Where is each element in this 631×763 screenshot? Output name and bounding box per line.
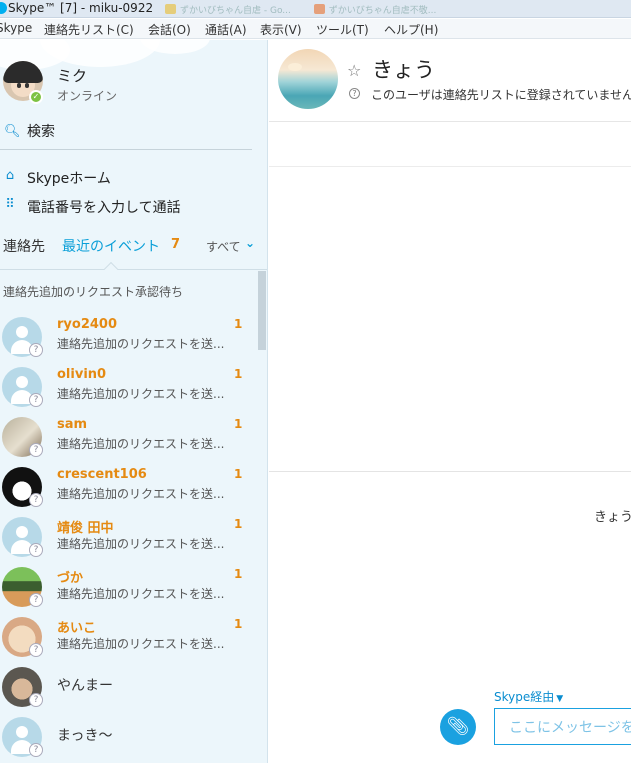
search-button[interactable]: 🔍︎ 検索 bbox=[0, 120, 252, 150]
menu-contacts[interactable]: 連絡先リスト(C) bbox=[44, 21, 134, 38]
contact-item[interactable]: ? まっき～ bbox=[0, 711, 256, 761]
pending-status-icon: ? bbox=[29, 343, 43, 357]
send-via-label: Skype経由 bbox=[494, 690, 555, 704]
pending-status-icon: ? bbox=[29, 643, 43, 657]
unread-badge: 1 bbox=[234, 617, 243, 631]
active-tab-indicator bbox=[103, 261, 119, 277]
window-title: Skype™ [7] - miku-0922 bbox=[8, 1, 154, 15]
profile-status[interactable]: オンライン bbox=[57, 87, 117, 104]
contact-name: まっき～ bbox=[57, 728, 113, 744]
favorite-star-icon[interactable]: ☆ bbox=[347, 61, 361, 80]
menu-skype[interactable]: Skype bbox=[0, 21, 32, 35]
contact-item[interactable]: ? olivin0 連絡先追加のリクエストを送... 1 bbox=[0, 361, 256, 411]
contact-name: づか bbox=[57, 571, 84, 586]
unread-badge: 1 bbox=[234, 417, 243, 431]
contact-subtitle: 連絡先追加のリクエストを送... bbox=[57, 487, 225, 501]
caret-down-icon: ▼ bbox=[556, 694, 564, 704]
contact-item[interactable]: ? あいこ 連絡先追加のリクエストを送... 1 bbox=[0, 611, 256, 661]
contact-name: ryo2400 bbox=[57, 317, 117, 332]
contact-item[interactable]: ? ryo2400 連絡先追加のリクエストを送... 1 bbox=[0, 311, 256, 361]
dialpad-icon: ⠿ bbox=[5, 197, 15, 212]
sidebar-scrollbar[interactable] bbox=[258, 271, 266, 350]
menu-bar: Skype 連絡先リスト(C) 会話(O) 通話(A) 表示(V) ツール(T)… bbox=[0, 19, 631, 39]
pending-status-icon: ? bbox=[29, 593, 43, 607]
contact-name: 靖俊 田中 bbox=[57, 521, 114, 536]
unread-badge: 1 bbox=[234, 467, 243, 481]
contact-name: あいこ bbox=[57, 621, 97, 636]
contact-subtitle: 連絡先追加のリクエストを送... bbox=[57, 337, 225, 351]
contact-item[interactable]: ? 靖俊 田中 連絡先追加のリクエストを送... 1 bbox=[0, 511, 256, 561]
chat-contact-status: このユーザは連絡先リストに登録されていません bbox=[371, 88, 631, 102]
conversation-pane: ☆ きょう ? このユーザは連絡先リストに登録されていません きょう Skype… bbox=[269, 40, 631, 763]
conversation-header: ☆ きょう ? このユーザは連絡先リストに登録されていません bbox=[269, 40, 631, 122]
background-tab[interactable]: ずかいびちゃん自虐 - Go... bbox=[165, 3, 291, 16]
pending-status-icon: ? bbox=[29, 493, 43, 507]
paperclip-icon: 📎︎ bbox=[446, 716, 470, 737]
message-input[interactable]: ここにメッセージを入力 bbox=[494, 708, 631, 745]
divider bbox=[269, 471, 631, 472]
search-label: 検索 bbox=[27, 124, 55, 140]
tab-contacts[interactable]: 連絡先 bbox=[3, 236, 45, 256]
chat-contact-avatar[interactable] bbox=[278, 49, 338, 109]
filter-dropdown[interactable]: すべて bbox=[206, 238, 241, 255]
pending-requests-header: 連絡先追加のリクエスト承認待ち bbox=[3, 285, 184, 299]
message-sender: きょう bbox=[594, 510, 631, 525]
unread-badge: 1 bbox=[234, 317, 243, 331]
contact-subtitle: 連絡先追加のリクエストを送... bbox=[57, 637, 225, 651]
unread-badge: 1 bbox=[234, 567, 243, 581]
pending-status-icon: ? bbox=[29, 443, 43, 457]
skype-logo-icon bbox=[0, 2, 7, 14]
folder-icon bbox=[165, 4, 176, 14]
nav-skype-home-label: Skypeホーム bbox=[27, 171, 111, 187]
page-icon bbox=[313, 4, 325, 14]
menu-view[interactable]: 表示(V) bbox=[260, 21, 302, 38]
nav-skype-home[interactable]: ⌂ Skypeホーム bbox=[0, 166, 252, 188]
chat-contact-name[interactable]: きょう bbox=[372, 54, 435, 84]
attach-file-button[interactable]: 📎︎ bbox=[440, 709, 476, 745]
contact-name: crescent106 bbox=[57, 467, 147, 482]
search-icon: 🔍︎ bbox=[4, 124, 21, 139]
contact-name: olivin0 bbox=[57, 367, 107, 382]
pending-status-icon: ? bbox=[29, 393, 43, 407]
divider bbox=[269, 166, 631, 167]
contact-subtitle: 連絡先追加のリクエストを送... bbox=[57, 387, 225, 401]
profile-name[interactable]: ミク bbox=[57, 65, 87, 86]
menu-conversation[interactable]: 会話(O) bbox=[148, 21, 191, 38]
chevron-down-icon[interactable]: ⌄ bbox=[245, 236, 255, 250]
contact-name: sam bbox=[57, 417, 88, 432]
contact-name: やんまー bbox=[57, 678, 113, 694]
nav-dial-phone[interactable]: ⠿ 電話番号を入力して通話 bbox=[0, 195, 252, 217]
skype-window: Skype™ [7] - miku-0922 ずかいびちゃん自虐 - Go...… bbox=[0, 0, 631, 763]
home-icon: ⌂ bbox=[5, 168, 15, 183]
sidebar: ✓ ミク オンライン 🔍︎ 検索 ⌂ Skypeホーム ⠿ 電話番号を入力して通… bbox=[0, 40, 268, 763]
menu-help[interactable]: ヘルプ(H) bbox=[384, 21, 438, 38]
contact-item[interactable]: ? づか 連絡先追加のリクエストを送... 1 bbox=[0, 561, 256, 611]
unread-badge: 1 bbox=[234, 367, 243, 381]
unread-badge: 1 bbox=[234, 517, 243, 531]
menu-tools[interactable]: ツール(T) bbox=[316, 21, 369, 38]
background-tab[interactable]: ずかいびちゃん自虐不敬... bbox=[313, 3, 436, 16]
title-bar: Skype™ [7] - miku-0922 ずかいびちゃん自虐 - Go...… bbox=[0, 0, 631, 18]
nav-dial-phone-label: 電話番号を入力して通話 bbox=[27, 200, 181, 216]
online-status-icon: ✓ bbox=[29, 90, 43, 104]
contact-item[interactable]: ? sam 連絡先追加のリクエストを送... 1 bbox=[0, 411, 256, 461]
send-via-dropdown[interactable]: Skype経由 ▼ bbox=[494, 688, 563, 705]
contact-subtitle: 連絡先追加のリクエストを送... bbox=[57, 437, 225, 451]
menu-call[interactable]: 通話(A) bbox=[205, 21, 247, 38]
tab-recent-events[interactable]: 最近のイベント bbox=[62, 236, 160, 256]
recent-events-count: 7 bbox=[171, 237, 181, 252]
background-taskbar-tabs: ずかいびちゃん自虐 - Go... ずかいびちゃん自虐不敬... bbox=[165, 3, 631, 17]
contact-subtitle: 連絡先追加のリクエストを送... bbox=[57, 587, 225, 601]
pending-status-icon: ? bbox=[29, 543, 43, 557]
contact-item[interactable]: ? crescent106 連絡先追加のリクエストを送... 1 bbox=[0, 461, 256, 511]
question-icon: ? bbox=[349, 88, 360, 99]
contact-subtitle: 連絡先追加のリクエストを送... bbox=[57, 537, 225, 551]
contact-item[interactable]: ? やんまー bbox=[0, 661, 256, 711]
pending-status-icon: ? bbox=[29, 743, 43, 757]
pending-status-icon: ? bbox=[29, 693, 43, 707]
contact-tabs: 連絡先 最近のイベント 7 すべて ⌄ bbox=[0, 232, 267, 277]
